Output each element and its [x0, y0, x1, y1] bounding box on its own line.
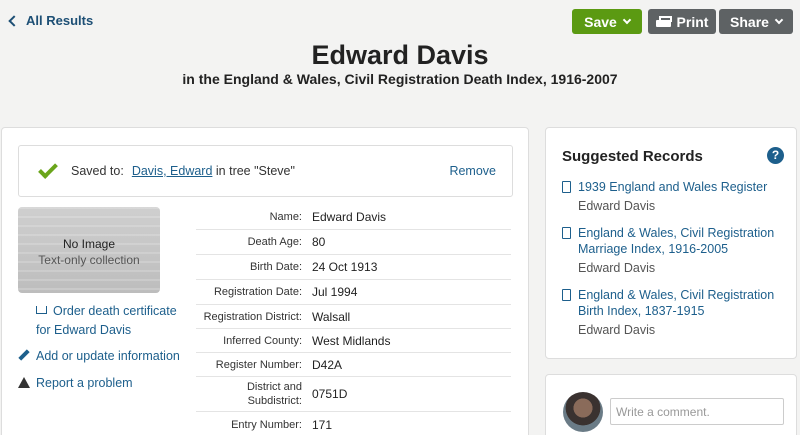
printer-icon: [655, 15, 672, 28]
save-label: Save: [584, 13, 617, 30]
suggested-record-title[interactable]: England & Wales, Civil Registration Marr…: [578, 225, 787, 257]
saved-tree-text: in tree "Steve": [212, 164, 295, 178]
remove-link[interactable]: Remove: [449, 164, 496, 178]
fact-row: Inferred County: West Midlands: [196, 329, 511, 353]
top-bar: All Results Save Print Share Edward Davi…: [0, 0, 800, 120]
add-update-label: Add or update information: [36, 349, 180, 363]
help-icon[interactable]: ?: [767, 147, 784, 164]
suggested-records-card: Suggested Records ? 1939 England and Wal…: [545, 127, 797, 359]
avatar: [563, 392, 603, 432]
fact-label: Registration District:: [203, 310, 302, 323]
fact-row: Name: Edward Davis: [196, 205, 511, 230]
fact-value: 80: [312, 235, 326, 249]
back-label: All Results: [26, 13, 94, 28]
suggested-record-title[interactable]: England & Wales, Civil Registration Birt…: [578, 287, 787, 319]
no-image-label: No Image: [62, 237, 116, 251]
print-button[interactable]: Print: [648, 9, 716, 34]
checkmark-icon: [38, 158, 58, 179]
text-only-label: Text-only collection: [38, 253, 140, 267]
save-button[interactable]: Save: [572, 9, 642, 34]
fact-row: Registration District: Walsall: [196, 305, 511, 329]
fact-value: Walsall: [312, 309, 351, 324]
fact-label: Entry Number:: [231, 418, 302, 431]
fact-value: West Midlands: [312, 333, 391, 348]
cart-icon: [36, 306, 47, 314]
saved-label: Saved to:: [71, 164, 124, 178]
order-certificate-link[interactable]: Order death certificate for Edward Davis: [36, 302, 186, 340]
share-button[interactable]: Share: [719, 9, 793, 34]
report-problem-link[interactable]: Report a problem: [18, 374, 193, 393]
chevron-down-icon: [622, 15, 632, 24]
suggested-record-title[interactable]: 1939 England and Wales Register: [578, 179, 787, 195]
chevron-left-icon: [8, 15, 20, 27]
back-to-results-link[interactable]: All Results: [8, 13, 94, 28]
fact-label: Registration Date:: [213, 286, 302, 298]
warning-icon: [18, 377, 30, 388]
fact-row: Registration Date: Jul 1994: [196, 280, 511, 305]
fact-row: Register Number: D42A: [196, 353, 511, 377]
fact-label: Inferred County:: [223, 334, 302, 347]
fact-row: Entry Number: 171: [196, 412, 511, 435]
suggested-record-item[interactable]: England & Wales, Civil Registration Marr…: [562, 225, 787, 276]
fact-row: Birth Date: 24 Oct 1913: [196, 255, 511, 280]
fact-label: Name:: [269, 211, 302, 223]
share-label: Share: [730, 13, 769, 30]
fact-value: 171: [312, 417, 333, 432]
report-problem-label: Report a problem: [36, 376, 133, 390]
fact-value: Edward Davis: [312, 210, 387, 224]
pencil-icon: [18, 349, 30, 361]
record-facts-table: Name: Edward Davis Death Age: 80 Birth D…: [196, 205, 511, 435]
add-update-information-link[interactable]: Add or update information: [18, 347, 193, 366]
fact-value: 24 Oct 1913: [312, 260, 378, 274]
document-icon: [562, 289, 571, 301]
print-label: Print: [676, 13, 709, 30]
fact-row: Death Age: 80: [196, 230, 511, 255]
fact-label: Register Number:: [215, 358, 302, 371]
suggested-record-name: Edward Davis: [578, 323, 656, 337]
document-icon: [562, 227, 571, 239]
document-icon: [562, 181, 571, 193]
suggested-record-name: Edward Davis: [578, 261, 656, 275]
record-image-placeholder: No Image Text-only collection: [18, 207, 160, 293]
fact-label: District and Subdistrict:: [246, 381, 302, 407]
fact-value: D42A: [312, 357, 343, 372]
saved-to-tree-banner: Saved to: Davis, Edward in tree "Steve" …: [18, 145, 513, 197]
fact-label: Birth Date:: [250, 261, 302, 273]
collection-subtitle: in the England & Wales, Civil Registrati…: [182, 71, 618, 87]
suggested-record-item[interactable]: 1939 England and Wales Register Edward D…: [562, 179, 787, 214]
suggested-record-item[interactable]: England & Wales, Civil Registration Birt…: [562, 287, 787, 338]
page-title: Edward Davis: [311, 40, 489, 70]
fact-value: Jul 1994: [312, 285, 358, 299]
suggested-record-name: Edward Davis: [578, 199, 656, 213]
fact-value: 0751D: [312, 387, 348, 401]
fact-row: District and Subdistrict: 0751D: [196, 377, 511, 412]
fact-label: Death Age:: [247, 236, 302, 248]
comment-input[interactable]: Write a comment.: [610, 398, 784, 425]
chevron-down-icon: [774, 15, 784, 24]
order-certificate-label: Order death certificate for Edward Davis: [36, 304, 177, 337]
saved-person-link[interactable]: Davis, Edward: [132, 164, 213, 178]
comment-card: Write a comment.: [545, 374, 797, 435]
suggested-records-title: Suggested Records: [562, 148, 703, 165]
